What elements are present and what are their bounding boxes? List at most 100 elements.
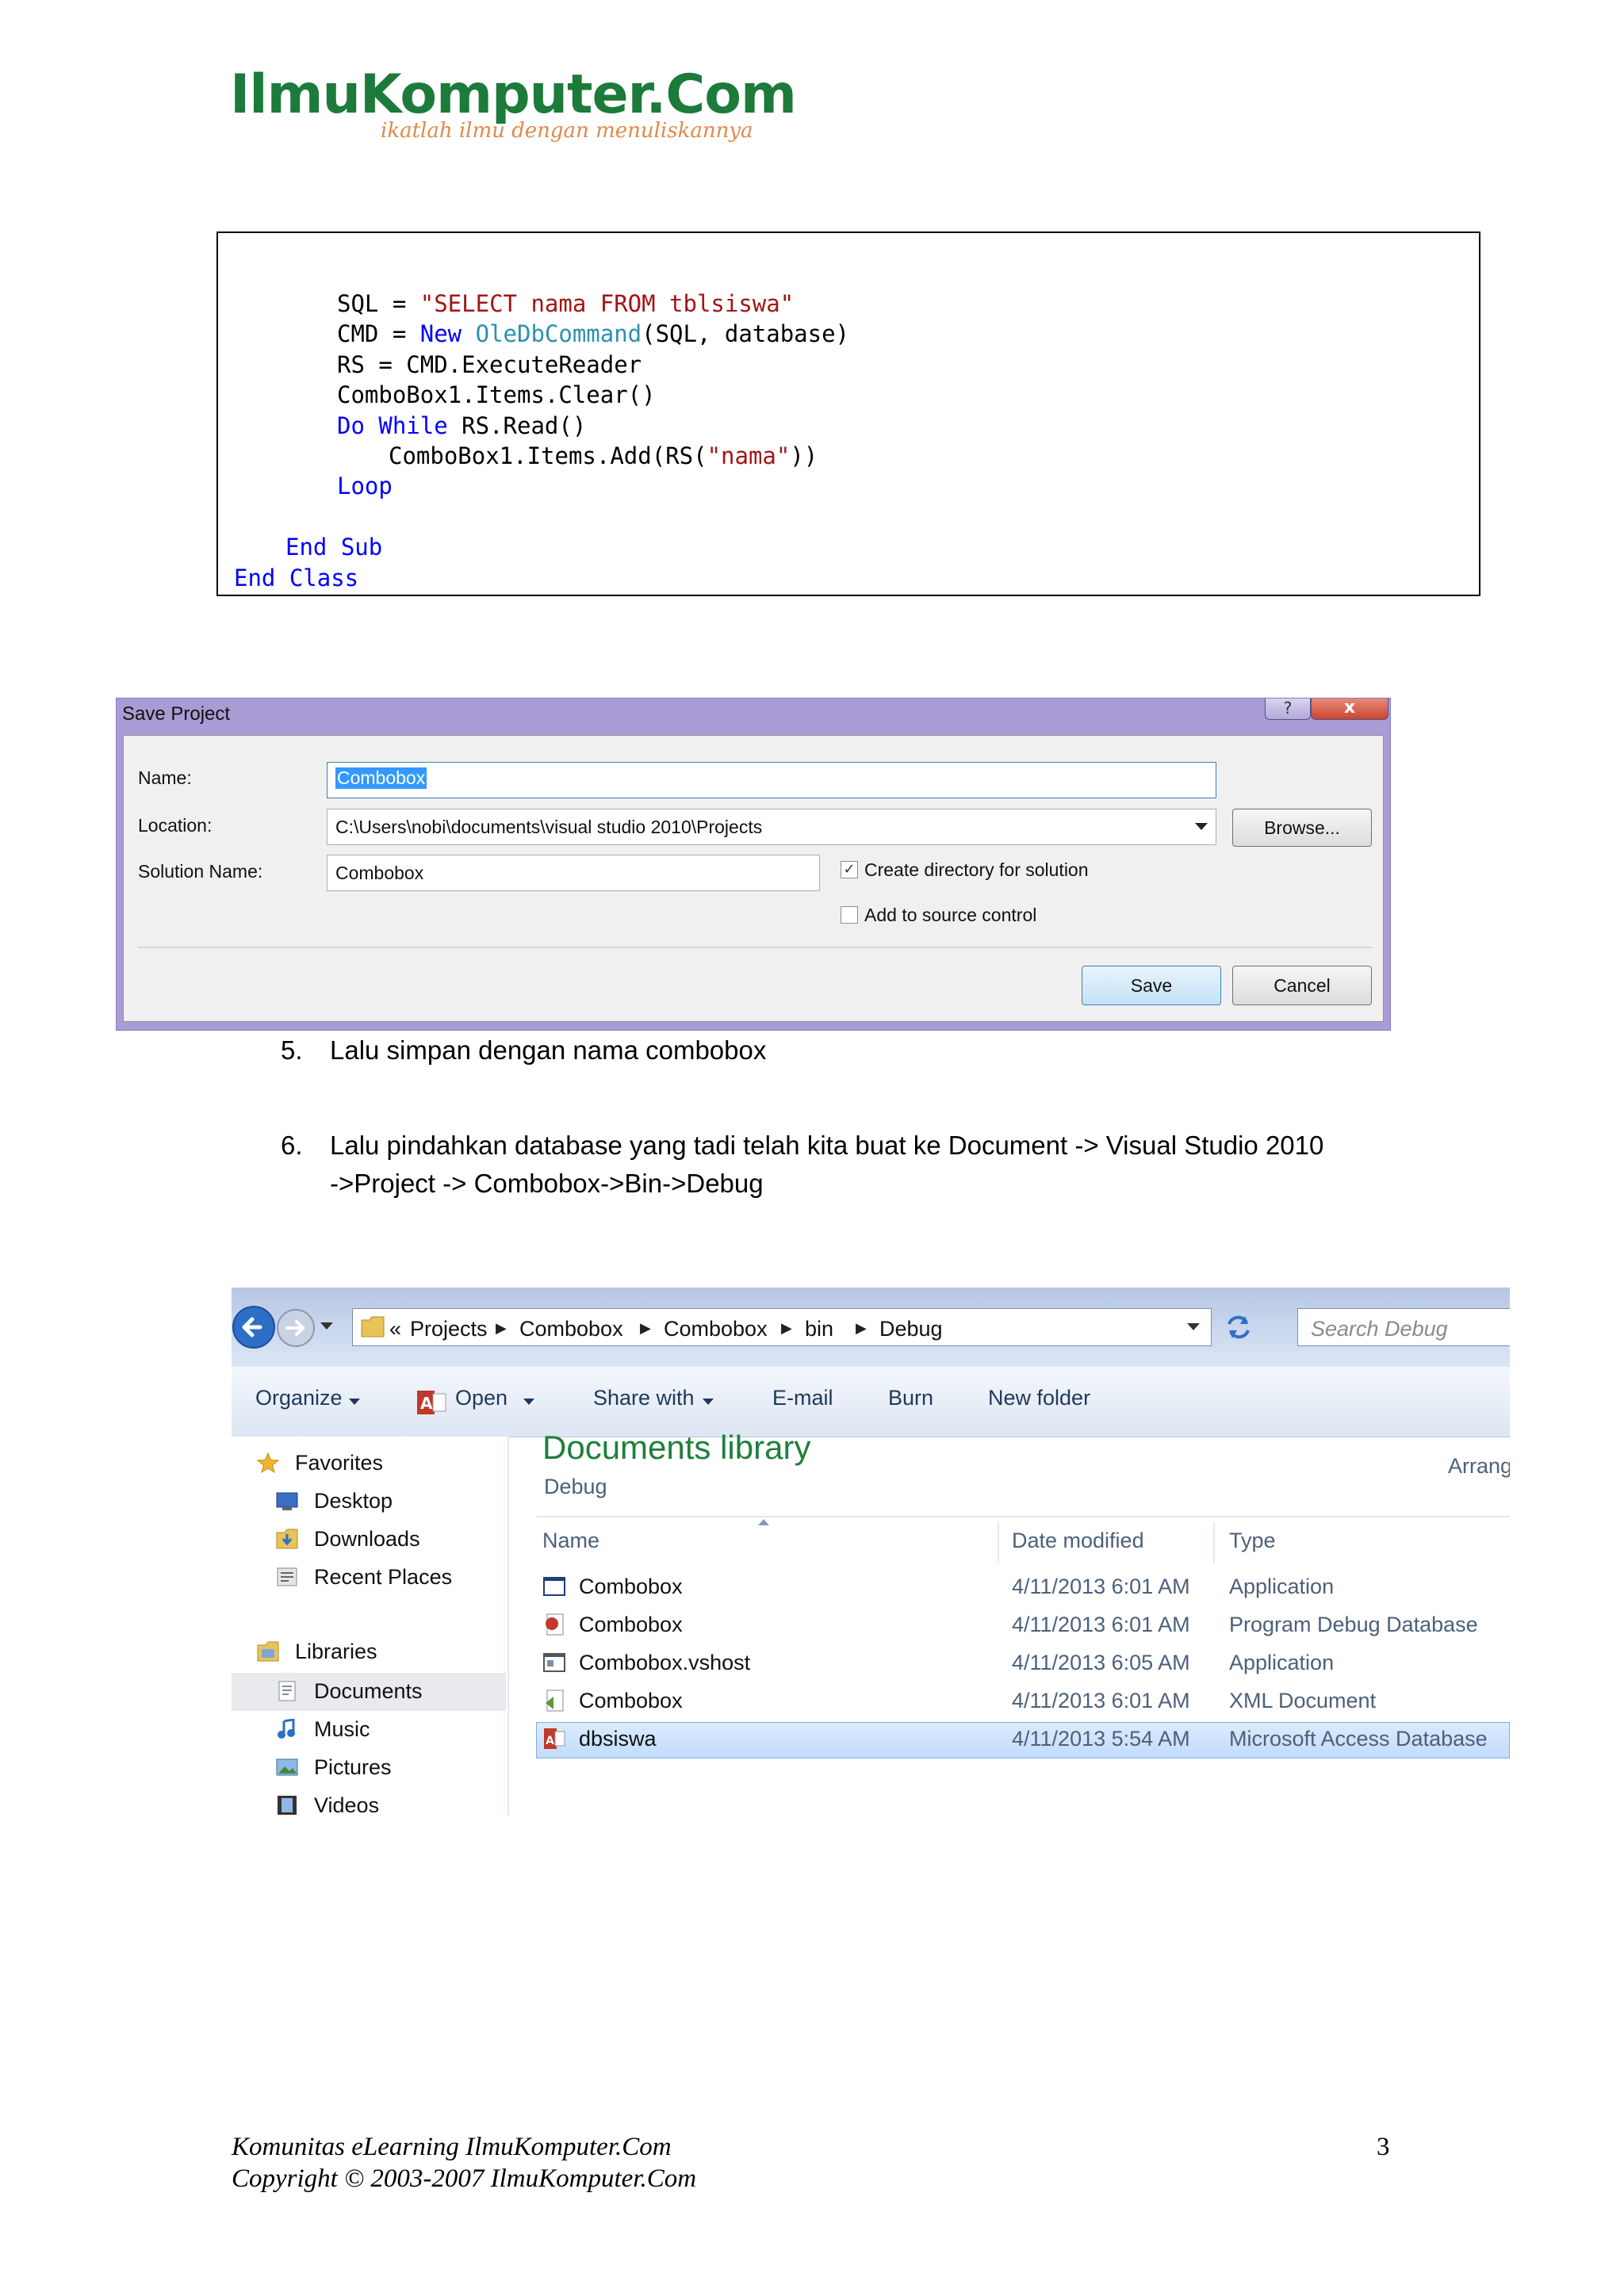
nav-videos[interactable]: Videos: [314, 1793, 379, 1816]
code-block: SQL = "SELECT nama FROM tblsiswa" CMD = N…: [216, 232, 1480, 596]
breadcrumb-chevron-icon[interactable]: ▶: [781, 1320, 792, 1337]
code-token: RS = CMD.ExecuteReader: [337, 350, 642, 378]
explorer-toolbar: Organize A Open Share with E-mail Burn N…: [232, 1367, 1510, 1437]
breadcrumb-prefix: «: [389, 1317, 402, 1341]
breadcrumb-chevron-icon[interactable]: ▶: [856, 1320, 867, 1337]
back-icon[interactable]: [232, 1305, 276, 1349]
breadcrumb-item[interactable]: Debug: [879, 1317, 943, 1341]
organize-menu[interactable]: Organize: [255, 1386, 343, 1410]
file-name: Combobox: [579, 1689, 683, 1712]
column-separator[interactable]: [1213, 1522, 1215, 1563]
logo-brand: IlmuKomputer.Com: [230, 63, 797, 126]
refresh-icon[interactable]: [1223, 1313, 1254, 1341]
breadcrumb-item[interactable]: Combobox: [519, 1317, 623, 1341]
open-button[interactable]: Open: [455, 1386, 508, 1410]
nav-desktop[interactable]: Desktop: [314, 1489, 393, 1513]
nav-documents[interactable]: Documents: [314, 1679, 423, 1704]
file-name: Combobox: [579, 1575, 683, 1598]
vshost-application-icon: [543, 1653, 565, 1672]
code-token: ComboBox1.Items.Clear(): [337, 381, 656, 409]
solution-name-label: Solution Name:: [138, 861, 263, 882]
svg-text:A: A: [546, 1735, 554, 1747]
recent-places-icon: [277, 1567, 297, 1586]
videos-icon: [278, 1796, 297, 1815]
file-type: Application: [1229, 1651, 1335, 1674]
debug-database-icon: [546, 1613, 564, 1636]
step-5-text: Lalu simpan dengan nama combobox: [330, 1035, 767, 1065]
nav-libraries[interactable]: Libraries: [295, 1640, 377, 1664]
code-line: End Sub: [285, 532, 382, 562]
location-combobox[interactable]: C:\Users\nobi\documents\visual studio 20…: [327, 809, 1216, 845]
divider: [138, 947, 1372, 948]
column-header-name[interactable]: Name: [542, 1529, 599, 1553]
column-separator[interactable]: [998, 1522, 999, 1563]
breadcrumb-item[interactable]: Combobox: [664, 1317, 768, 1341]
code-token: CMD =: [337, 320, 420, 348]
solution-name-input[interactable]: Combobox: [327, 855, 820, 891]
source-control-checkbox[interactable]: [841, 906, 858, 924]
name-input[interactable]: Combobox: [327, 762, 1216, 798]
libraries-icon: [257, 1641, 279, 1662]
code-line: CMD = New OleDbCommand(SQL, database): [337, 319, 849, 349]
location-value: C:\Users\nobi\documents\visual studio 20…: [335, 817, 763, 837]
file-name: dbsiswa: [579, 1727, 657, 1751]
footer-line-2: Copyright © 2003-2007 IlmuKomputer.Com: [232, 2164, 697, 2193]
chevron-down-icon[interactable]: [1187, 1323, 1200, 1331]
logo-tagline: ikatlah ilmu dengan menuliskannya: [381, 119, 753, 143]
column-header-date-modified[interactable]: Date modified: [1012, 1529, 1144, 1553]
file-type: Application: [1229, 1575, 1335, 1598]
file-date: 4/11/2013 6:05 AM: [1012, 1651, 1190, 1674]
file-date: 4/11/2013 5:54 AM: [1012, 1727, 1190, 1751]
name-input-selected-text: Combobox: [335, 767, 427, 789]
source-control-label: Add to source control: [864, 905, 1037, 925]
breadcrumb-item[interactable]: Projects: [410, 1317, 488, 1341]
code-token: "nama": [707, 442, 791, 469]
save-button[interactable]: Save: [1082, 966, 1221, 1005]
chevron-down-icon: [523, 1399, 534, 1405]
history-dropdown-icon[interactable]: [320, 1322, 333, 1330]
explorer-window: « Projects ▶ Combobox ▶ Combobox ▶ bin ▶ Debug S…: [232, 1288, 1510, 1816]
code-token: New: [419, 320, 476, 348]
nav-recent-places[interactable]: Recent Places: [314, 1565, 452, 1590]
nav-music[interactable]: Music: [314, 1717, 370, 1742]
step-6-number: 6.: [281, 1131, 303, 1160]
step-5-number: 5.: [281, 1035, 303, 1065]
browse-button[interactable]: Browse...: [1232, 809, 1372, 847]
code-line: Loop: [337, 471, 393, 501]
arrange-by-menu[interactable]: Arrang: [1448, 1454, 1510, 1479]
save-project-dialog: Save Project ? x Name: Combobox Location…: [116, 698, 1391, 1031]
step-6-line-1: Lalu pindahkan database yang tadi telah …: [330, 1131, 1324, 1160]
code-line: Do While RS.Read(): [337, 411, 586, 441]
create-directory-checkbox[interactable]: ✓: [841, 861, 858, 878]
code-token: ComboBox1.Items.Add(RS(: [389, 442, 707, 469]
desktop-icon: [276, 1492, 298, 1510]
close-button[interactable]: x: [1311, 698, 1388, 720]
share-with-menu[interactable]: Share with: [593, 1386, 695, 1410]
email-button[interactable]: E-mail: [772, 1386, 833, 1410]
code-token: "SELECT nama FROM tblsiswa": [419, 290, 795, 317]
burn-button[interactable]: Burn: [888, 1386, 933, 1410]
help-button[interactable]: ?: [1265, 698, 1311, 720]
search-input[interactable]: Search Debug: [1297, 1308, 1510, 1346]
file-date: 4/11/2013 6:01 AM: [1012, 1689, 1190, 1712]
code-token: OleDbCommand: [475, 320, 642, 348]
access-icon: A: [417, 1391, 446, 1414]
nav-downloads[interactable]: Downloads: [314, 1527, 420, 1552]
file-type: XML Document: [1229, 1689, 1377, 1712]
new-folder-button[interactable]: New folder: [988, 1386, 1090, 1410]
address-bar[interactable]: « Projects ▶ Combobox ▶ Combobox ▶ bin ▶ Debug: [352, 1308, 1212, 1346]
chevron-down-icon: [349, 1399, 360, 1405]
search-placeholder: Search Debug: [1311, 1317, 1448, 1341]
breadcrumb-chevron-icon[interactable]: ▶: [640, 1320, 651, 1337]
breadcrumb-chevron-icon[interactable]: ▶: [496, 1320, 507, 1337]
breadcrumb-item[interactable]: bin: [805, 1317, 833, 1341]
nav-favorites[interactable]: Favorites: [295, 1451, 383, 1475]
step-6-line-2: ->Project -> Combobox->Bin->Debug: [330, 1169, 764, 1198]
forward-icon[interactable]: [276, 1308, 316, 1348]
code-line: RS = CMD.ExecuteReader: [337, 350, 642, 380]
column-header-type[interactable]: Type: [1229, 1529, 1276, 1553]
sort-ascending-icon: [758, 1519, 769, 1525]
cancel-button[interactable]: Cancel: [1232, 966, 1372, 1005]
nav-pictures[interactable]: Pictures: [314, 1755, 392, 1780]
documents-icon: [278, 1681, 296, 1701]
